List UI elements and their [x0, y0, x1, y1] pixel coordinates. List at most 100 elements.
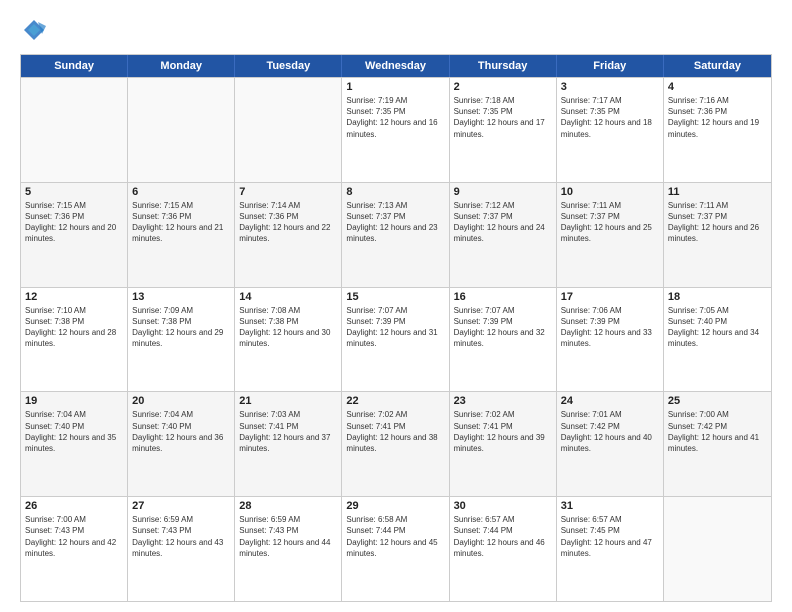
page: SundayMondayTuesdayWednesdayThursdayFrid…: [0, 0, 792, 612]
day-info: Sunrise: 7:00 AM Sunset: 7:43 PM Dayligh…: [25, 514, 123, 559]
day-number: 1: [346, 81, 444, 93]
calendar-row-3: 19 Sunrise: 7:04 AM Sunset: 7:40 PM Dayli…: [21, 391, 771, 496]
day-number: 5: [25, 186, 123, 198]
day-number: 29: [346, 500, 444, 512]
day-cell-24: 24 Sunrise: 7:01 AM Sunset: 7:42 PM Dayli…: [557, 392, 664, 496]
day-cell-23: 23Sunrise: 7:02 AM Sunset: 7:41 PM Dayli…: [450, 392, 557, 496]
empty-cell-0-0: [21, 78, 128, 182]
day-cell-7: 7 Sunrise: 7:14 AM Sunset: 7:36 PM Daylig…: [235, 183, 342, 287]
calendar-row-2: 12Sunrise: 7:10 AM Sunset: 7:38 PM Dayli…: [21, 287, 771, 392]
day-info: Sunrise: 6:57 AM Sunset: 7:44 PM Dayligh…: [454, 514, 552, 559]
day-info: Sunrise: 7:07 AM Sunset: 7:39 PM Dayligh…: [346, 305, 444, 350]
day-info: Sunrise: 7:00 AM Sunset: 7:42 PM Dayligh…: [668, 409, 767, 454]
logo: [20, 16, 52, 44]
day-info: Sunrise: 7:15 AM Sunset: 7:36 PM Dayligh…: [132, 200, 230, 245]
day-cell-11: 11Sunrise: 7:11 AM Sunset: 7:37 PM Dayli…: [664, 183, 771, 287]
day-info: Sunrise: 7:07 AM Sunset: 7:39 PM Dayligh…: [454, 305, 552, 350]
header-day-saturday: Saturday: [664, 55, 771, 77]
day-cell-9: 9 Sunrise: 7:12 AM Sunset: 7:37 PM Daylig…: [450, 183, 557, 287]
day-cell-6: 6 Sunrise: 7:15 AM Sunset: 7:36 PM Daylig…: [128, 183, 235, 287]
day-cell-10: 10Sunrise: 7:11 AM Sunset: 7:37 PM Dayli…: [557, 183, 664, 287]
day-cell-28: 28 Sunrise: 6:59 AM Sunset: 7:43 PM Dayli…: [235, 497, 342, 601]
day-number: 27: [132, 500, 230, 512]
day-number: 7: [239, 186, 337, 198]
day-number: 21: [239, 395, 337, 407]
day-cell-30: 30 Sunrise: 6:57 AM Sunset: 7:44 PM Dayli…: [450, 497, 557, 601]
day-number: 18: [668, 291, 767, 303]
day-number: 22: [346, 395, 444, 407]
day-info: Sunrise: 6:59 AM Sunset: 7:43 PM Dayligh…: [132, 514, 230, 559]
day-info: Sunrise: 7:05 AM Sunset: 7:40 PM Dayligh…: [668, 305, 767, 350]
day-cell-26: 26 Sunrise: 7:00 AM Sunset: 7:43 PM Dayli…: [21, 497, 128, 601]
day-number: 13: [132, 291, 230, 303]
day-number: 23: [454, 395, 552, 407]
day-info: Sunrise: 7:12 AM Sunset: 7:37 PM Dayligh…: [454, 200, 552, 245]
day-number: 2: [454, 81, 552, 93]
day-cell-21: 21 Sunrise: 7:03 AM Sunset: 7:41 PM Dayli…: [235, 392, 342, 496]
day-info: Sunrise: 6:57 AM Sunset: 7:45 PM Dayligh…: [561, 514, 659, 559]
day-number: 16: [454, 291, 552, 303]
calendar: SundayMondayTuesdayWednesdayThursdayFrid…: [20, 54, 772, 602]
day-info: Sunrise: 7:09 AM Sunset: 7:38 PM Dayligh…: [132, 305, 230, 350]
day-number: 28: [239, 500, 337, 512]
empty-cell-4-6: [664, 497, 771, 601]
day-cell-17: 17 Sunrise: 7:06 AM Sunset: 7:39 PM Dayli…: [557, 288, 664, 392]
day-info: Sunrise: 6:59 AM Sunset: 7:43 PM Dayligh…: [239, 514, 337, 559]
day-number: 8: [346, 186, 444, 198]
empty-cell-0-2: [235, 78, 342, 182]
day-info: Sunrise: 7:06 AM Sunset: 7:39 PM Dayligh…: [561, 305, 659, 350]
day-number: 31: [561, 500, 659, 512]
day-cell-27: 27 Sunrise: 6:59 AM Sunset: 7:43 PM Dayli…: [128, 497, 235, 601]
header-day-wednesday: Wednesday: [342, 55, 449, 77]
day-cell-3: 3Sunrise: 7:17 AM Sunset: 7:35 PM Daylig…: [557, 78, 664, 182]
day-number: 14: [239, 291, 337, 303]
day-number: 19: [25, 395, 123, 407]
day-info: Sunrise: 7:03 AM Sunset: 7:41 PM Dayligh…: [239, 409, 337, 454]
day-info: Sunrise: 7:17 AM Sunset: 7:35 PM Dayligh…: [561, 95, 659, 140]
day-info: Sunrise: 7:11 AM Sunset: 7:37 PM Dayligh…: [561, 200, 659, 245]
day-info: Sunrise: 7:02 AM Sunset: 7:41 PM Dayligh…: [346, 409, 444, 454]
day-info: Sunrise: 7:15 AM Sunset: 7:36 PM Dayligh…: [25, 200, 123, 245]
day-info: Sunrise: 7:08 AM Sunset: 7:38 PM Dayligh…: [239, 305, 337, 350]
day-cell-1: 1 Sunrise: 7:19 AM Sunset: 7:35 PM Daylig…: [342, 78, 449, 182]
day-info: Sunrise: 7:16 AM Sunset: 7:36 PM Dayligh…: [668, 95, 767, 140]
header-day-friday: Friday: [557, 55, 664, 77]
day-info: Sunrise: 7:01 AM Sunset: 7:42 PM Dayligh…: [561, 409, 659, 454]
day-cell-8: 8 Sunrise: 7:13 AM Sunset: 7:37 PM Daylig…: [342, 183, 449, 287]
day-number: 25: [668, 395, 767, 407]
day-info: Sunrise: 7:19 AM Sunset: 7:35 PM Dayligh…: [346, 95, 444, 140]
day-cell-12: 12Sunrise: 7:10 AM Sunset: 7:38 PM Dayli…: [21, 288, 128, 392]
day-info: Sunrise: 7:04 AM Sunset: 7:40 PM Dayligh…: [132, 409, 230, 454]
calendar-header: SundayMondayTuesdayWednesdayThursdayFrid…: [21, 55, 771, 77]
calendar-row-1: 5 Sunrise: 7:15 AM Sunset: 7:36 PM Daylig…: [21, 182, 771, 287]
day-number: 30: [454, 500, 552, 512]
day-cell-16: 16 Sunrise: 7:07 AM Sunset: 7:39 PM Dayli…: [450, 288, 557, 392]
day-info: Sunrise: 7:04 AM Sunset: 7:40 PM Dayligh…: [25, 409, 123, 454]
day-info: Sunrise: 7:14 AM Sunset: 7:36 PM Dayligh…: [239, 200, 337, 245]
day-number: 6: [132, 186, 230, 198]
day-number: 24: [561, 395, 659, 407]
day-cell-18: 18 Sunrise: 7:05 AM Sunset: 7:40 PM Dayli…: [664, 288, 771, 392]
day-info: Sunrise: 7:13 AM Sunset: 7:37 PM Dayligh…: [346, 200, 444, 245]
day-number: 15: [346, 291, 444, 303]
day-info: Sunrise: 7:18 AM Sunset: 7:35 PM Dayligh…: [454, 95, 552, 140]
day-number: 17: [561, 291, 659, 303]
day-cell-14: 14 Sunrise: 7:08 AM Sunset: 7:38 PM Dayli…: [235, 288, 342, 392]
day-number: 26: [25, 500, 123, 512]
day-number: 9: [454, 186, 552, 198]
logo-icon: [20, 16, 48, 44]
header-day-thursday: Thursday: [450, 55, 557, 77]
day-cell-5: 5 Sunrise: 7:15 AM Sunset: 7:36 PM Daylig…: [21, 183, 128, 287]
day-cell-15: 15 Sunrise: 7:07 AM Sunset: 7:39 PM Dayli…: [342, 288, 449, 392]
day-cell-20: 20 Sunrise: 7:04 AM Sunset: 7:40 PM Dayli…: [128, 392, 235, 496]
calendar-row-0: 1 Sunrise: 7:19 AM Sunset: 7:35 PM Daylig…: [21, 77, 771, 182]
day-cell-19: 19 Sunrise: 7:04 AM Sunset: 7:40 PM Dayli…: [21, 392, 128, 496]
day-cell-13: 13 Sunrise: 7:09 AM Sunset: 7:38 PM Dayli…: [128, 288, 235, 392]
day-cell-31: 31 Sunrise: 6:57 AM Sunset: 7:45 PM Dayli…: [557, 497, 664, 601]
day-number: 12: [25, 291, 123, 303]
day-number: 20: [132, 395, 230, 407]
header-day-tuesday: Tuesday: [235, 55, 342, 77]
day-cell-29: 29Sunrise: 6:58 AM Sunset: 7:44 PM Dayli…: [342, 497, 449, 601]
day-number: 11: [668, 186, 767, 198]
header: [20, 16, 772, 44]
